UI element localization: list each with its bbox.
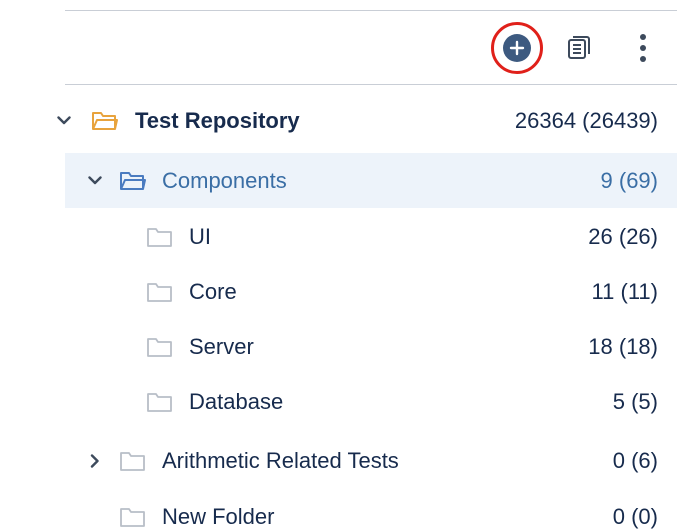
tree-node-label: Components: [162, 167, 287, 193]
tree-node-count: 26364 (26439): [514, 107, 658, 133]
toolbar-divider: [65, 84, 677, 85]
tree-node-label: Test Repository: [135, 107, 300, 133]
folder-closed-icon: [146, 225, 174, 249]
document-list-icon: [568, 36, 590, 59]
chevron-down-icon[interactable]: [85, 171, 105, 191]
folder-closed-icon: [146, 280, 174, 304]
tree-row-ui[interactable]: UI 26 (26): [65, 209, 677, 264]
tree-row-arithmetic-related-tests[interactable]: Arithmetic Related Tests 0 (6): [65, 433, 677, 488]
tree-row-new-folder[interactable]: New Folder 0 (0): [65, 489, 677, 529]
tree-node-label: New Folder: [162, 503, 275, 529]
vertical-dots-icon: [640, 34, 646, 62]
tree-row-test-repository[interactable]: Test Repository 26364 (26439): [57, 93, 677, 148]
test-repository-panel: Test Repository 26364 (26439) Components…: [0, 0, 677, 529]
chevron-down-icon[interactable]: [54, 111, 74, 131]
tree-row-server[interactable]: Server 18 (18): [65, 319, 677, 374]
document-list-button[interactable]: [561, 30, 597, 66]
folder-open-icon: [91, 109, 119, 133]
tree-row-core[interactable]: Core 11 (11): [65, 264, 677, 319]
folder-closed-icon: [119, 449, 147, 473]
folder-closed-icon: [146, 390, 174, 414]
tree-node-count: 9 (69): [600, 167, 658, 193]
tree-node-label: Server: [189, 333, 254, 359]
tree-node-label: Core: [189, 278, 237, 304]
tree-node-count: 5 (5): [612, 388, 658, 414]
chevron-right-icon[interactable]: [85, 451, 105, 471]
tree-row-database[interactable]: Database 5 (5): [65, 374, 677, 429]
tree-node-count: 0 (0): [612, 503, 658, 529]
tree-node-count: 11 (11): [591, 278, 658, 304]
folder-closed-icon: [119, 505, 147, 529]
tree-node-count: 0 (6): [612, 447, 658, 473]
tree-node-label: Database: [189, 388, 284, 414]
add-folder-button[interactable]: [491, 22, 543, 74]
tree-node-label: Arithmetic Related Tests: [162, 447, 399, 473]
folder-closed-icon: [146, 335, 174, 359]
highlight-ring: [491, 22, 543, 74]
tree-node-count: 26 (26): [588, 223, 658, 249]
tree-row-components[interactable]: Components 9 (69): [65, 153, 677, 208]
more-options-button[interactable]: [626, 28, 660, 68]
top-divider: [65, 10, 677, 11]
tree-node-label: UI: [189, 223, 211, 249]
folder-open-icon: [119, 169, 147, 193]
tree-node-count: 18 (18): [588, 333, 658, 359]
